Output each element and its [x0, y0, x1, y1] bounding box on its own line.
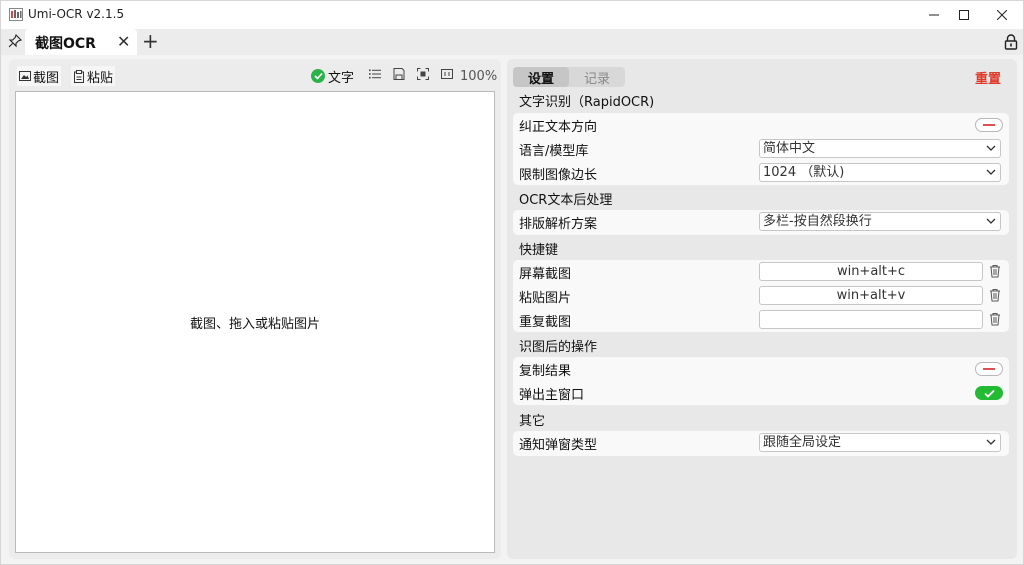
- tab-screenshot-ocr[interactable]: 截图OCR ✕: [25, 29, 137, 55]
- limit-label: 限制图像边长: [519, 164, 597, 183]
- hotkey-repeat-input[interactable]: [759, 310, 983, 329]
- notify-type-value: 跟随全局设定: [763, 435, 841, 450]
- setting-row-hotkey-repeat: 重复截图: [513, 308, 1009, 332]
- orientation-label: 纠正文本方向: [519, 116, 597, 135]
- ocr-settings-card: 纠正文本方向 语言/模型库 简体中文 限制图像边长 1024 （默认): [513, 113, 1009, 185]
- setting-row-hotkey-paste: 粘贴图片 win+alt+v: [513, 284, 1009, 308]
- save-icon[interactable]: [392, 67, 406, 81]
- after-settings-card: 复制结果 弹出主窗口: [513, 357, 1009, 405]
- copy-result-toggle[interactable]: [975, 362, 1003, 376]
- chevron-down-icon: [986, 168, 996, 176]
- section-title-hotkeys: 快捷键: [519, 239, 558, 258]
- limit-value: 1024 （默认): [763, 165, 844, 180]
- section-title-post: OCR文本后处理: [519, 189, 612, 208]
- checkmark-icon: [984, 389, 995, 398]
- hotkey-repeat-label: 重复截图: [519, 311, 571, 330]
- paste-label: 粘贴: [87, 67, 113, 86]
- chevron-down-icon: [986, 217, 996, 225]
- popup-window-toggle[interactable]: [975, 386, 1003, 400]
- list-icon[interactable]: [368, 67, 382, 81]
- app-window: Umi-OCR v2.1.5 截图OCR ✕ +: [0, 0, 1024, 565]
- lock-icon[interactable]: [1003, 33, 1019, 51]
- app-logo-icon: [9, 8, 23, 21]
- ocr-text-toggle[interactable]: 文字: [311, 67, 354, 85]
- image-toolbar: 截图 粘贴 文字: [9, 59, 501, 91]
- screenshot-button[interactable]: 截图: [17, 66, 61, 86]
- other-settings-card: 通知弹窗类型 跟随全局设定: [513, 431, 1009, 456]
- minimize-icon: [929, 10, 939, 20]
- settings-panel: 设置 记录 重置 文字识别（RapidOCR) 纠正文本方向 语言/模型库 简体…: [507, 59, 1017, 559]
- tab-settings[interactable]: 设置: [513, 67, 569, 87]
- layout-label: 排版解析方案: [519, 213, 597, 232]
- section-title-after: 识图后的操作: [519, 336, 597, 355]
- fit-window-icon[interactable]: [416, 67, 430, 81]
- trash-icon[interactable]: [989, 288, 1001, 302]
- window-title: Umi-OCR v2.1.5: [28, 7, 124, 21]
- section-title-ocr: 文字识别（RapidOCR): [519, 91, 654, 110]
- screenshot-label: 截图: [33, 67, 59, 86]
- tab-records[interactable]: 记录: [569, 67, 625, 87]
- limit-select[interactable]: 1024 （默认): [759, 163, 1001, 182]
- layout-value: 多栏-按自然段换行: [763, 214, 872, 229]
- post-settings-card: 排版解析方案 多栏-按自然段换行: [513, 210, 1009, 235]
- language-value: 简体中文: [763, 141, 815, 156]
- hotkey-settings-card: 屏幕截图 win+alt+c 粘贴图片 win+alt+v 重复截图: [513, 260, 1009, 332]
- reset-button[interactable]: 重置: [975, 68, 1001, 87]
- pin-icon[interactable]: [7, 33, 23, 49]
- actual-size-icon[interactable]: [440, 67, 454, 81]
- tab-close-icon[interactable]: ✕: [117, 32, 130, 51]
- hotkey-paste-input[interactable]: win+alt+v: [759, 286, 983, 305]
- setting-row-layout: 排版解析方案 多栏-按自然段换行: [513, 210, 1009, 234]
- clipboard-icon: [73, 70, 85, 83]
- popup-window-label: 弹出主窗口: [519, 384, 584, 403]
- setting-row-notify: 通知弹窗类型 跟随全局设定: [513, 431, 1009, 455]
- setting-row-orientation: 纠正文本方向: [513, 113, 1009, 137]
- settings-tabs: 设置 记录: [513, 67, 625, 87]
- setting-row-copy: 复制结果: [513, 357, 1009, 381]
- notify-type-select[interactable]: 跟随全局设定: [759, 433, 1001, 452]
- setting-row-limit: 限制图像边长 1024 （默认): [513, 161, 1009, 185]
- trash-icon[interactable]: [989, 312, 1001, 326]
- hotkey-screenshot-input[interactable]: win+alt+c: [759, 262, 983, 281]
- close-icon: [997, 10, 1007, 20]
- language-label: 语言/模型库: [519, 140, 588, 159]
- language-select[interactable]: 简体中文: [759, 139, 1001, 158]
- orientation-toggle[interactable]: [975, 118, 1003, 132]
- screenshot-icon: [19, 70, 31, 82]
- setting-row-language: 语言/模型库 简体中文: [513, 137, 1009, 161]
- copy-result-label: 复制结果: [519, 360, 571, 379]
- close-button[interactable]: [979, 1, 1024, 29]
- image-drop-area[interactable]: 截图、拖入或粘贴图片: [15, 91, 495, 553]
- drop-hint: 截图、拖入或粘贴图片: [190, 313, 320, 332]
- hotkey-screenshot-label: 屏幕截图: [519, 263, 571, 282]
- ocr-text-label: 文字: [328, 67, 354, 86]
- title-bar: Umi-OCR v2.1.5: [1, 1, 1023, 29]
- maximize-icon: [959, 10, 969, 20]
- setting-row-popup: 弹出主窗口: [513, 381, 1009, 405]
- trash-icon[interactable]: [989, 264, 1001, 278]
- chevron-down-icon: [986, 144, 996, 152]
- add-tab-button[interactable]: +: [142, 30, 159, 52]
- layout-select[interactable]: 多栏-按自然段换行: [759, 212, 1001, 231]
- image-panel: 截图 粘贴 文字: [9, 59, 501, 559]
- check-circle-icon: [311, 69, 325, 83]
- setting-row-hotkey-screenshot: 屏幕截图 win+alt+c: [513, 260, 1009, 284]
- paste-button[interactable]: 粘贴: [71, 66, 115, 86]
- section-title-other: 其它: [519, 410, 545, 429]
- notify-type-label: 通知弹窗类型: [519, 434, 597, 453]
- chevron-down-icon: [986, 438, 996, 446]
- tab-bar: 截图OCR ✕ +: [1, 29, 1023, 55]
- zoom-level: 100%: [460, 67, 497, 85]
- tab-label: 截图OCR: [35, 33, 96, 53]
- hotkey-paste-label: 粘贴图片: [519, 287, 571, 306]
